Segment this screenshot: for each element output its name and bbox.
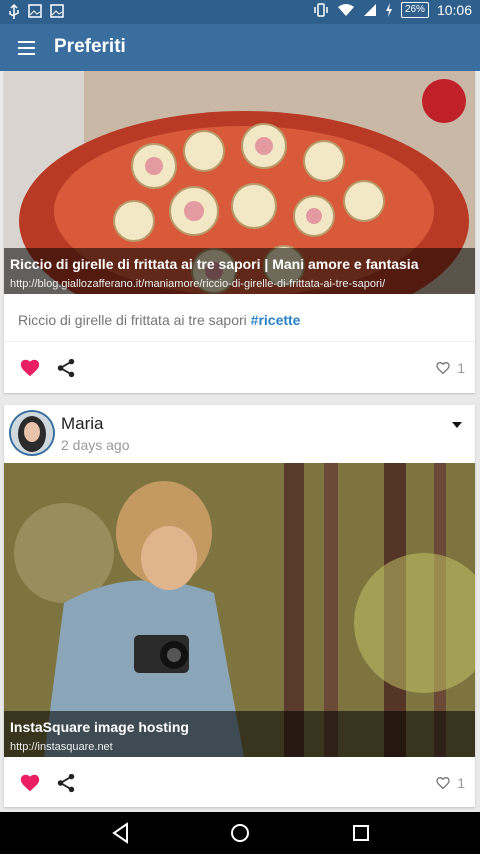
clock: 10:06	[436, 2, 472, 18]
hashtag-link[interactable]: #ricette	[251, 312, 301, 328]
heart-outline-icon	[436, 776, 450, 790]
app-bar: Preferiti	[0, 24, 480, 71]
image-notification-icon	[28, 4, 42, 18]
avatar[interactable]	[11, 412, 53, 454]
share-icon[interactable]	[55, 772, 77, 794]
heart-icon[interactable]	[19, 772, 41, 794]
wifi-icon	[337, 4, 354, 16]
like-count: 1	[457, 360, 465, 376]
like-counter[interactable]: 1	[435, 360, 465, 376]
link-preview-overlay[interactable]: Riccio di girelle di frittata ai tre sap…	[4, 248, 475, 294]
page-title: Preferiti	[54, 36, 126, 57]
link-title: InstaSquare image hosting	[10, 719, 189, 735]
post-text: Riccio di girelle di frittata ai tre sap…	[18, 312, 300, 328]
post-actions: 1	[4, 761, 475, 805]
like-count: 1	[457, 775, 465, 791]
heart-icon[interactable]	[19, 357, 41, 379]
link-url: http://blog.giallozafferano.it/maniamore…	[10, 278, 386, 290]
post-actions: 1	[4, 346, 475, 390]
divider	[4, 341, 475, 342]
post-header: Maria 2 days ago	[4, 405, 475, 463]
back-icon[interactable]	[110, 822, 132, 844]
feed[interactable]: Riccio di girelle di frittata ai tre sap…	[0, 71, 480, 811]
menu-icon[interactable]	[16, 36, 40, 60]
image-notification-icon-2	[50, 4, 64, 18]
like-counter[interactable]: 1	[435, 775, 465, 791]
vibrate-icon	[314, 3, 328, 17]
link-url: http://instasquare.net	[10, 741, 113, 753]
home-icon[interactable]	[229, 822, 251, 844]
recents-icon[interactable]	[350, 822, 372, 844]
post-card: Riccio di girelle di frittata ai tre sap…	[4, 71, 475, 393]
battery-level: 26%	[400, 2, 429, 18]
post-image[interactable]: Riccio di girelle di frittata ai tre sap…	[4, 71, 475, 294]
heart-outline-icon	[436, 361, 450, 375]
usb-icon	[9, 4, 19, 19]
share-icon[interactable]	[55, 357, 77, 379]
author-name[interactable]: Maria	[61, 414, 104, 434]
post-caption: Riccio di girelle di frittata ai tre sap…	[18, 312, 247, 328]
navigation-bar	[0, 812, 480, 854]
link-preview-overlay[interactable]: InstaSquare image hosting http://instasq…	[4, 711, 475, 757]
link-title: Riccio di girelle di frittata ai tre sap…	[10, 256, 419, 272]
post-card: Maria 2 days ago InstaSquare image hosti…	[4, 405, 475, 807]
post-image[interactable]: InstaSquare image hosting http://instasq…	[4, 463, 475, 757]
status-bar: 26% 10:06	[0, 0, 480, 24]
signal-icon	[363, 4, 376, 16]
post-timestamp: 2 days ago	[61, 437, 130, 453]
chevron-down-icon[interactable]	[451, 419, 463, 431]
charging-icon	[385, 3, 392, 17]
avatar-image	[11, 412, 53, 454]
